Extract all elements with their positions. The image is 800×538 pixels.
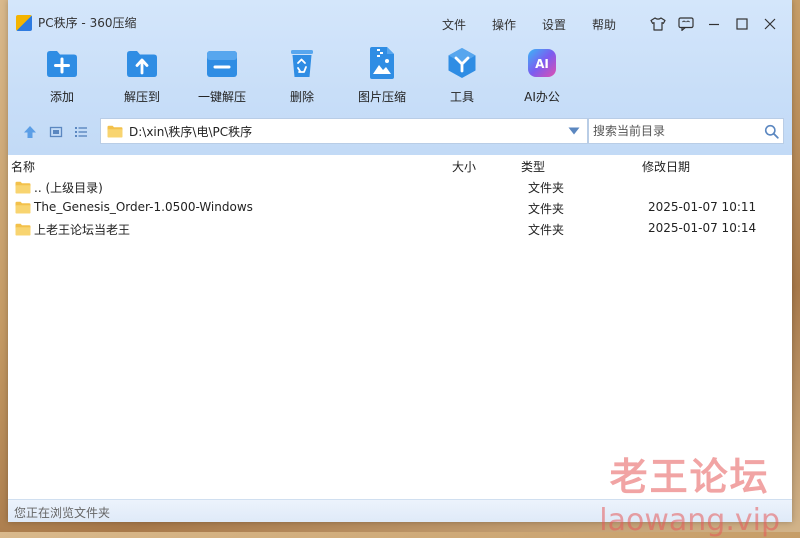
skin-shirt-icon[interactable] — [644, 12, 672, 36]
file-type: 文件夹 — [528, 181, 565, 195]
thumbnail-view-icon — [49, 126, 63, 138]
delete-label: 删除 — [289, 90, 314, 104]
extract-to-button[interactable]: 解压到 — [102, 46, 182, 105]
title-group: PC秩序 - 360压缩 — [16, 14, 136, 31]
file-name-cell: 上老王论坛当老王 — [15, 221, 130, 238]
recycle-bin-icon — [285, 46, 319, 80]
thumbnail-view-button[interactable] — [47, 123, 65, 141]
close-icon[interactable] — [756, 12, 784, 36]
file-name: 上老王论坛当老王 — [34, 223, 131, 237]
address-dropdown-button[interactable] — [561, 127, 587, 135]
window-title: PC秩序 - 360压缩 — [38, 16, 137, 30]
add-icon — [45, 46, 79, 80]
menu-settings[interactable]: 设置 — [542, 16, 566, 33]
search-icon[interactable] — [759, 124, 783, 139]
add-button[interactable]: 添加 — [22, 46, 102, 105]
menu-file[interactable]: 文件 — [442, 16, 466, 33]
column-type[interactable]: 类型 — [521, 158, 545, 175]
tools-button[interactable]: 工具 — [422, 46, 502, 105]
file-list: .. (上级目录) 文件夹 The_Genesis_Order-1.0500-W… — [8, 176, 792, 239]
one-click-extract-button[interactable]: 一键解压 — [182, 46, 262, 105]
add-label: 添加 — [49, 90, 74, 104]
title-area: PC秩序 - 360压缩 文件 操作 设置 帮助 添加 解压到 一键解压 删除 … — [8, 0, 792, 155]
toolbar: 添加 解压到 一键解压 删除 图片压缩 工具 AI AI办公 — [8, 46, 792, 108]
column-date[interactable]: 修改日期 — [642, 158, 690, 175]
address-row: D:\xin\秩序\电\PC秩序 — [8, 118, 792, 146]
file-name-cell: The_Genesis_Order-1.0500-Windows — [15, 200, 253, 214]
file-row-parent[interactable]: .. (上级目录) 文件夹 — [8, 176, 792, 197]
search-box — [588, 118, 784, 144]
address-bar[interactable]: D:\xin\秩序\电\PC秩序 — [100, 118, 588, 144]
chevron-down-icon — [568, 127, 580, 135]
tools-icon — [445, 46, 479, 80]
file-name: The_Genesis_Order-1.0500-Windows — [34, 200, 253, 214]
search-input[interactable] — [589, 119, 759, 143]
maximize-icon[interactable] — [728, 12, 756, 36]
list-view-icon — [75, 127, 87, 137]
feedback-icon[interactable] — [672, 12, 700, 36]
status-text: 您正在浏览文件夹 — [14, 506, 111, 520]
extract-to-icon — [125, 46, 159, 80]
image-compress-icon — [365, 46, 399, 80]
up-level-button[interactable] — [21, 123, 39, 141]
ai-office-label: AI办公 — [524, 90, 560, 104]
folder-icon — [107, 125, 123, 137]
menu-help[interactable]: 帮助 — [592, 16, 616, 33]
file-row[interactable]: 上老王论坛当老王 文件夹 2025-01-07 10:14 — [8, 218, 792, 239]
file-date: 2025-01-07 10:11 — [648, 200, 757, 214]
extract-to-label: 解压到 — [123, 90, 160, 104]
file-row[interactable]: The_Genesis_Order-1.0500-Windows 文件夹 202… — [8, 197, 792, 218]
file-type: 文件夹 — [528, 202, 565, 216]
one-click-extract-label: 一键解压 — [197, 90, 246, 104]
file-date: 2025-01-07 10:14 — [648, 221, 757, 235]
image-compress-button[interactable]: 图片压缩 — [342, 46, 422, 105]
ai-icon-text: AI — [535, 57, 549, 71]
column-name[interactable]: 名称 — [11, 158, 35, 175]
window-controls — [644, 12, 784, 36]
tools-label: 工具 — [449, 90, 474, 104]
ai-office-button[interactable]: AI AI办公 — [502, 46, 582, 105]
app-window: PC秩序 - 360压缩 文件 操作 设置 帮助 添加 解压到 一键解压 删除 … — [8, 0, 792, 522]
menu-action[interactable]: 操作 — [492, 16, 516, 33]
up-arrow-icon — [24, 126, 36, 138]
menu-bar: 文件 操作 设置 帮助 — [442, 16, 642, 33]
folder-icon — [15, 181, 31, 194]
file-name: .. (上级目录) — [34, 181, 103, 195]
file-type: 文件夹 — [528, 223, 565, 237]
file-name-cell: .. (上级目录) — [15, 179, 103, 196]
list-view-button[interactable] — [72, 123, 90, 141]
file-list-header: 名称 大小 类型 修改日期 — [8, 155, 792, 175]
image-compress-label: 图片压缩 — [357, 90, 406, 104]
folder-icon — [15, 223, 31, 236]
delete-button[interactable]: 删除 — [262, 46, 342, 105]
app-logo-icon — [16, 14, 32, 31]
ai-office-icon: AI — [525, 46, 559, 80]
one-click-extract-icon — [205, 46, 239, 80]
address-path: D:\xin\秩序\电\PC秩序 — [129, 124, 253, 139]
minimize-icon[interactable] — [700, 12, 728, 36]
status-bar: 您正在浏览文件夹 — [8, 499, 792, 522]
folder-icon — [15, 201, 31, 213]
column-size[interactable]: 大小 — [452, 158, 476, 175]
